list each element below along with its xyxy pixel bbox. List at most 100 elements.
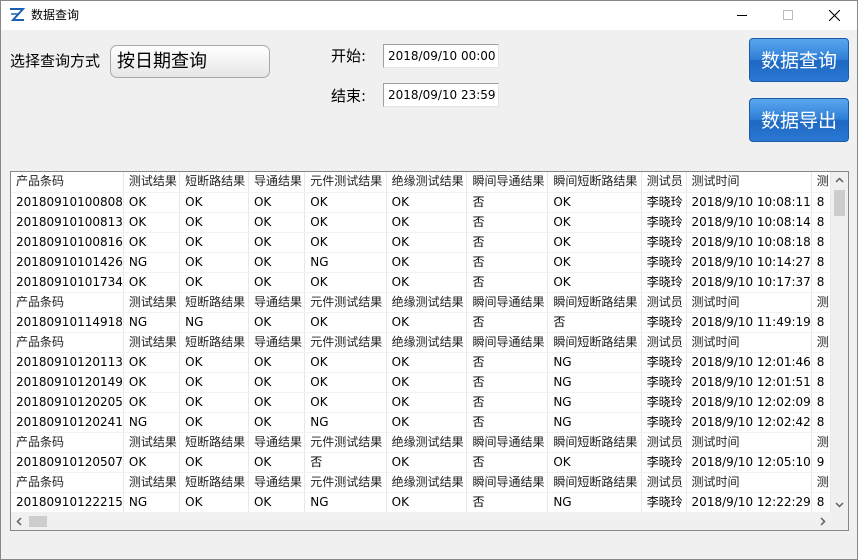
table-cell[interactable]: 绝缘测试结果 xyxy=(386,332,468,353)
table-cell[interactable]: 8 xyxy=(811,352,831,373)
table-cell[interactable]: OK xyxy=(304,312,387,333)
table-cell[interactable]: 李晓玲 xyxy=(641,252,687,273)
table-cell[interactable]: 否 xyxy=(466,372,549,393)
table-cell[interactable]: NG xyxy=(547,392,642,413)
table-cell[interactable]: OK xyxy=(179,192,249,213)
table-cell[interactable]: OK xyxy=(304,212,387,233)
scroll-up-icon[interactable] xyxy=(831,172,848,189)
table-cell[interactable]: OK xyxy=(123,392,181,413)
table-cell[interactable]: 20180910100808 xyxy=(11,192,124,213)
table-cell[interactable]: 8 xyxy=(811,412,831,433)
table-cell[interactable]: 20180910114918 xyxy=(11,312,124,333)
table-cell[interactable]: 瞬间短断路结果 xyxy=(547,292,642,313)
table-cell[interactable]: 2018/9/10 12:02:09 xyxy=(686,392,812,413)
table-cell[interactable]: 2018/9/10 12:01:46 xyxy=(686,352,812,373)
table-cell[interactable]: 2018/9/10 12:02:42 xyxy=(686,412,812,433)
table-cell[interactable]: 20180910120113 xyxy=(11,352,124,373)
table-cell[interactable]: 李晓玲 xyxy=(641,272,687,293)
table-cell[interactable]: 8 xyxy=(811,392,831,413)
export-button[interactable]: 数据导出 xyxy=(749,98,849,142)
table-cell[interactable]: 测 xyxy=(811,332,831,353)
table-cell[interactable]: 否 xyxy=(466,252,549,273)
table-cell[interactable]: 元件测试结果 xyxy=(304,332,387,353)
table-cell[interactable]: 否 xyxy=(466,272,549,293)
table-row[interactable]: 20180910100816 OK OK OK OK OK 否 OK 李晓玲 2018/9/10 … xyxy=(11,232,831,253)
table-cell[interactable]: 2018/9/10 10:08:11 xyxy=(686,192,812,213)
table-cell[interactable]: 产品条码 xyxy=(11,292,124,313)
table-cell[interactable]: NG xyxy=(547,352,642,373)
table-cell[interactable]: 2018/9/10 11:49:19 xyxy=(686,312,812,333)
table-cell[interactable]: OK xyxy=(123,272,181,293)
table-row[interactable]: 20180910101734 OK OK OK OK OK 否 OK 李晓玲 2018/9/10 … xyxy=(11,272,831,293)
table-cell[interactable]: OK xyxy=(304,232,387,253)
table-cell[interactable]: 元件测试结果 xyxy=(304,472,387,493)
table-cell[interactable]: OK xyxy=(248,492,306,513)
table-cell[interactable]: 瞬间短断路结果 xyxy=(547,332,642,353)
table-header-row[interactable]: 产品条码 测试结果 短断路结果 导通结果 元件测试结果 绝缘测试结果 瞬间导通结果 瞬间短断路… xyxy=(11,172,831,193)
table-cell[interactable]: 测 xyxy=(811,432,831,453)
table-cell[interactable]: OK xyxy=(248,352,306,373)
table-header-row[interactable]: 产品条码 测试结果 短断路结果 导通结果 元件测试结果 绝缘测试结果 瞬间导通结果 瞬间短断路… xyxy=(11,292,831,313)
table-cell[interactable]: 否 xyxy=(466,192,549,213)
table-cell[interactable]: 2018/9/10 12:01:51 xyxy=(686,372,812,393)
table-cell[interactable]: OK xyxy=(179,392,249,413)
table-cell[interactable]: 否 xyxy=(466,232,549,253)
table-cell[interactable]: OK xyxy=(547,192,642,213)
table-cell[interactable]: 导通结果 xyxy=(248,432,306,453)
minimize-button[interactable] xyxy=(719,1,765,30)
table-cell[interactable]: 测试员 xyxy=(641,332,687,353)
table-cell[interactable]: OK xyxy=(386,392,468,413)
table-cell[interactable]: 否 xyxy=(466,212,549,233)
table-cell[interactable]: OK xyxy=(248,212,306,233)
table-cell[interactable]: 李晓玲 xyxy=(641,392,687,413)
table-cell[interactable]: OK xyxy=(179,212,249,233)
table-cell[interactable]: OK xyxy=(179,272,249,293)
table-cell[interactable]: 测试结果 xyxy=(123,472,181,493)
table-cell[interactable]: 20180910120507 xyxy=(11,452,124,473)
table-cell[interactable]: NG xyxy=(179,312,249,333)
table-cell[interactable]: OK xyxy=(386,352,468,373)
table-cell[interactable]: OK xyxy=(179,252,249,273)
table-cell[interactable]: OK xyxy=(179,352,249,373)
table-header-row[interactable]: 产品条码 测试结果 短断路结果 导通结果 元件测试结果 绝缘测试结果 瞬间导通结果 瞬间短断路… xyxy=(11,472,831,493)
table-cell[interactable]: 瞬间短断路结果 xyxy=(547,432,642,453)
table-cell[interactable]: OK xyxy=(386,312,468,333)
horizontal-scrollbar[interactable] xyxy=(11,513,831,530)
table-cell[interactable]: 否 xyxy=(466,412,549,433)
table-cell[interactable]: NG xyxy=(123,412,181,433)
table-cell[interactable]: 2018/9/10 10:14:27 xyxy=(686,252,812,273)
table-cell[interactable]: 20180910120205 xyxy=(11,392,124,413)
table-cell[interactable]: 8 xyxy=(811,252,831,273)
table-cell[interactable]: 产品条码 xyxy=(11,172,124,193)
table-cell[interactable]: 测试结果 xyxy=(123,432,181,453)
table-cell[interactable]: 短断路结果 xyxy=(179,332,249,353)
table-cell[interactable]: OK xyxy=(123,352,181,373)
results-grid[interactable]: 产品条码 测试结果 短断路结果 导通结果 元件测试结果 绝缘测试结果 瞬间导通结果 瞬间短断路… xyxy=(10,171,849,531)
table-cell[interactable]: OK xyxy=(547,272,642,293)
table-cell[interactable]: 李晓玲 xyxy=(641,412,687,433)
maximize-button[interactable] xyxy=(765,1,811,30)
start-time-field[interactable]: 2018/09/10 00:00 xyxy=(383,44,499,68)
table-cell[interactable]: 李晓玲 xyxy=(641,232,687,253)
table-cell[interactable]: 绝缘测试结果 xyxy=(386,292,468,313)
table-cell[interactable]: 否 xyxy=(547,312,642,333)
table-cell[interactable]: 2018/9/10 10:17:37 xyxy=(686,272,812,293)
table-cell[interactable]: 测试员 xyxy=(641,432,687,453)
table-cell[interactable]: 测试结果 xyxy=(123,292,181,313)
scroll-right-icon[interactable] xyxy=(814,513,831,530)
table-cell[interactable]: 瞬间短断路结果 xyxy=(547,472,642,493)
table-cell[interactable]: 20180910101426 xyxy=(11,252,124,273)
table-cell[interactable]: 否 xyxy=(466,312,549,333)
table-cell[interactable]: OK xyxy=(386,192,468,213)
table-row[interactable]: 20180910100808 OK OK OK OK OK 否 OK 李晓玲 2018/9/10 … xyxy=(11,192,831,213)
table-cell[interactable]: 李晓玲 xyxy=(641,352,687,373)
table-cell[interactable]: OK xyxy=(248,452,306,473)
table-cell[interactable]: 2018/9/10 12:22:29 xyxy=(686,492,812,513)
table-cell[interactable]: OK xyxy=(123,452,181,473)
table-cell[interactable]: 李晓玲 xyxy=(641,212,687,233)
table-cell[interactable]: NG xyxy=(304,412,387,433)
table-cell[interactable]: OK xyxy=(248,392,306,413)
table-cell[interactable]: 导通结果 xyxy=(248,172,306,193)
end-time-field[interactable]: 2018/09/10 23:59 xyxy=(383,83,499,107)
table-header-row[interactable]: 产品条码 测试结果 短断路结果 导通结果 元件测试结果 绝缘测试结果 瞬间导通结果 瞬间短断路… xyxy=(11,432,831,453)
